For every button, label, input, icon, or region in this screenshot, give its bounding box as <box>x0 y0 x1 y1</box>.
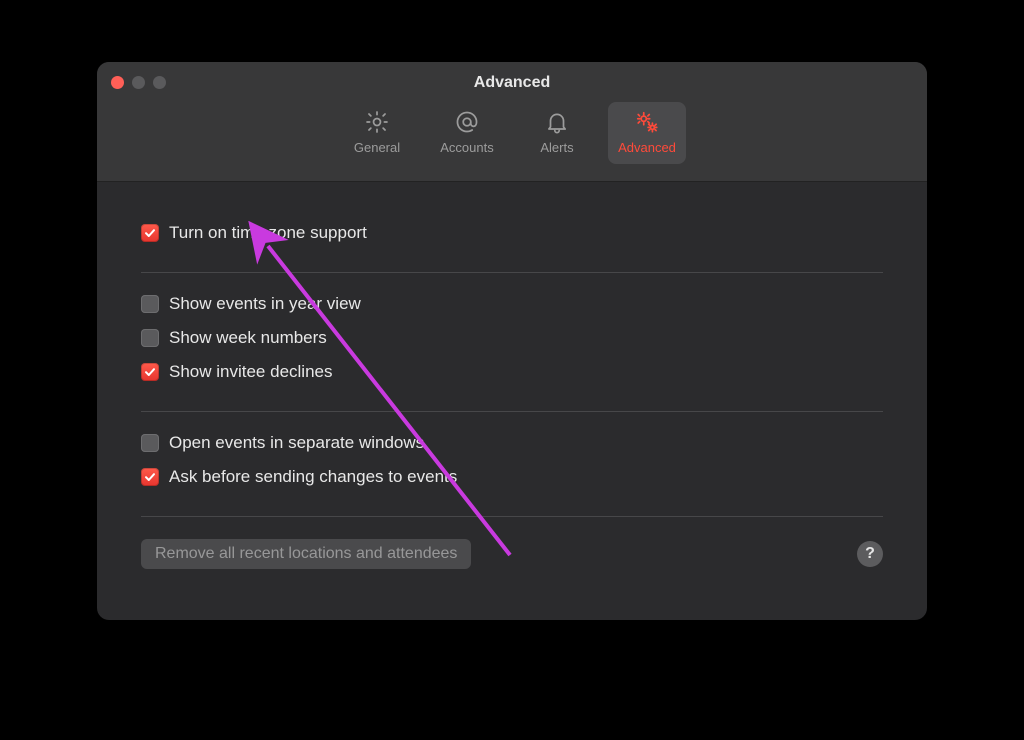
label-invitee-declines: Show invitee declines <box>169 362 332 382</box>
row-week-numbers: Show week numbers <box>141 321 883 355</box>
tab-alerts-label: Alerts <box>540 140 573 155</box>
label-timezone: Turn on time zone support <box>169 223 367 243</box>
checkbox-ask-before-send[interactable] <box>141 468 159 486</box>
group-windows: Open events in separate windows Ask befo… <box>141 420 883 508</box>
checkbox-invitee-declines[interactable] <box>141 363 159 381</box>
checkbox-week-numbers[interactable] <box>141 329 159 347</box>
tab-general-label: General <box>354 140 400 155</box>
gear-icon <box>363 108 391 136</box>
tab-accounts[interactable]: Accounts <box>428 102 506 164</box>
footer: Remove all recent locations and attendee… <box>141 539 883 569</box>
remove-locations-button[interactable]: Remove all recent locations and attendee… <box>141 539 471 569</box>
tab-advanced[interactable]: Advanced <box>608 102 686 164</box>
at-icon <box>453 108 481 136</box>
row-year-view: Show events in year view <box>141 287 883 321</box>
group-timezone: Turn on time zone support <box>141 210 883 264</box>
help-button[interactable]: ? <box>857 541 883 567</box>
tab-accounts-label: Accounts <box>440 140 493 155</box>
tabs-toolbar: General Accounts Alert <box>338 102 686 164</box>
label-week-numbers: Show week numbers <box>169 328 327 348</box>
window-title: Advanced <box>474 74 550 92</box>
divider <box>141 411 883 412</box>
tab-advanced-label: Advanced <box>618 140 676 155</box>
label-year-view: Show events in year view <box>169 294 361 314</box>
divider <box>141 516 883 517</box>
traffic-lights <box>111 76 166 89</box>
checkbox-timezone[interactable] <box>141 224 159 242</box>
close-window-button[interactable] <box>111 76 124 89</box>
tab-general[interactable]: General <box>338 102 416 164</box>
group-view: Show events in year view Show week numbe… <box>141 281 883 403</box>
row-timezone: Turn on time zone support <box>141 216 883 250</box>
divider <box>141 272 883 273</box>
content-area: Turn on time zone support Show events in… <box>97 182 927 620</box>
bell-icon <box>543 108 571 136</box>
row-invitee-declines: Show invitee declines <box>141 355 883 389</box>
checkbox-separate-windows[interactable] <box>141 434 159 452</box>
zoom-window-button[interactable] <box>153 76 166 89</box>
preferences-window: Advanced General Accoun <box>97 62 927 620</box>
label-ask-before-send: Ask before sending changes to events <box>169 467 457 487</box>
row-separate-windows: Open events in separate windows <box>141 426 883 460</box>
gears-icon <box>633 108 661 136</box>
tab-alerts[interactable]: Alerts <box>518 102 596 164</box>
row-ask-before-send: Ask before sending changes to events <box>141 460 883 494</box>
minimize-window-button[interactable] <box>132 76 145 89</box>
titlebar: Advanced General Accoun <box>97 62 927 182</box>
label-separate-windows: Open events in separate windows <box>169 433 424 453</box>
checkbox-year-view[interactable] <box>141 295 159 313</box>
